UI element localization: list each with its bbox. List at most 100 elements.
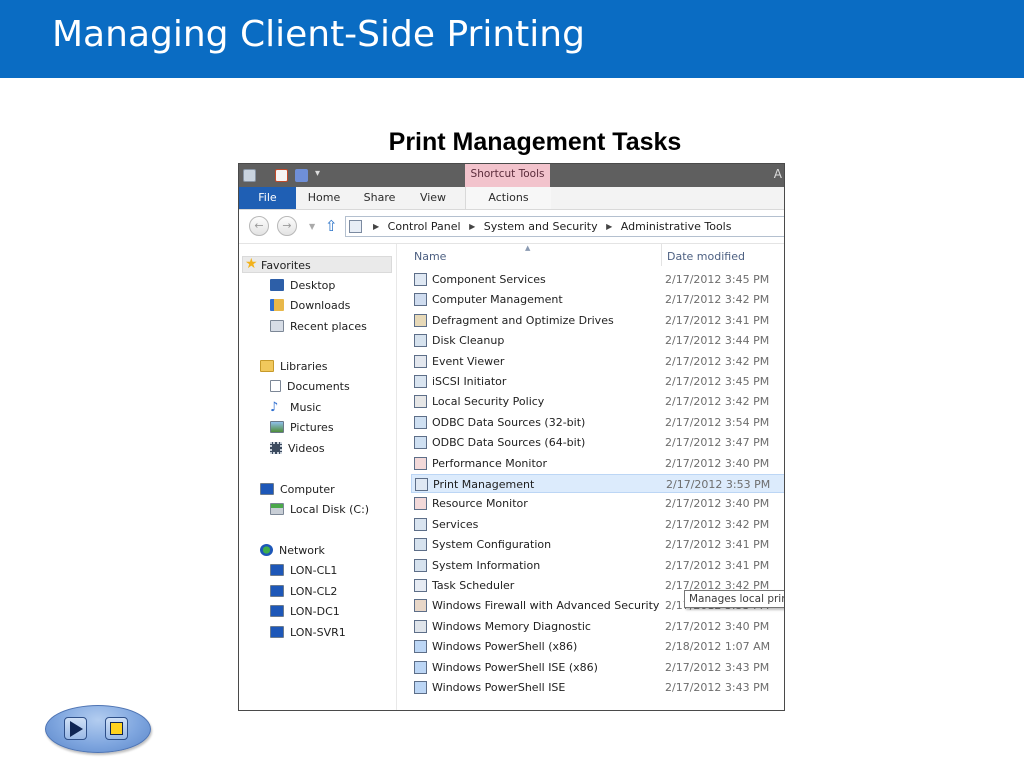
list-item[interactable]: System Configuration 2/17/2012 3:41 PM	[411, 535, 784, 554]
file-date-modified: 2/17/2012 3:53 PM	[666, 478, 771, 491]
libraries-icon	[260, 360, 274, 372]
control-panel-icon	[349, 220, 362, 233]
nav-computer[interactable]: Computer	[260, 481, 335, 498]
contextual-tab-shortcut-tools[interactable]: Shortcut Tools	[465, 164, 550, 187]
nav-computer-label: Computer	[280, 483, 335, 496]
shortcut-icon	[414, 660, 427, 674]
column-header-date-modified[interactable]: Date modified	[667, 250, 745, 263]
breadcrumb-arrow-icon[interactable]: ▶	[469, 222, 475, 231]
customize-toolbar-icon[interactable]: ▾	[315, 168, 320, 179]
nav-item-videos[interactable]: Videos	[270, 440, 325, 457]
breadcrumb-administrative-tools[interactable]: Administrative Tools	[621, 220, 732, 233]
address-row: ← → ▼ ⇧ ▶ Control Panel ▶ System and Sec…	[239, 210, 784, 244]
column-header-name[interactable]: Name	[414, 250, 446, 263]
list-item[interactable]: iSCSI Initiator 2/17/2012 3:45 PM	[411, 372, 784, 391]
list-item[interactable]: Windows PowerShell (x86) 2/18/2012 1:07 A…	[411, 637, 784, 656]
list-item[interactable]: System Information 2/17/2012 3:41 PM	[411, 556, 784, 575]
tab-actions[interactable]: Actions	[465, 187, 551, 209]
documents-icon	[270, 380, 281, 392]
nav-item-recent-places[interactable]: Recent places	[270, 318, 367, 335]
new-folder-icon[interactable]	[295, 169, 308, 182]
nav-item-documents[interactable]: Documents	[270, 378, 350, 395]
list-item[interactable]: ODBC Data Sources (64-bit) 2/17/2012 3:47…	[411, 433, 784, 452]
file-name: Defragment and Optimize Drives	[432, 313, 614, 327]
nav-item-downloads[interactable]: Downloads	[270, 297, 350, 314]
nav-item-label: LON-SVR1	[290, 626, 346, 639]
forward-button[interactable]: →	[277, 216, 297, 236]
properties-icon[interactable]	[275, 169, 288, 182]
file-date-modified: 2/17/2012 3:54 PM	[665, 415, 770, 429]
computer-icon	[270, 605, 284, 617]
nav-favorites[interactable]: ★ Favorites	[242, 256, 392, 273]
list-item[interactable]: Resource Monitor 2/17/2012 3:40 PM	[411, 494, 784, 513]
breadcrumb-arrow-icon[interactable]: ▶	[373, 222, 379, 231]
list-item[interactable]: Computer Management 2/17/2012 3:42 PM	[411, 290, 784, 309]
nav-favorites-label: Favorites	[261, 259, 311, 272]
explorer-screenshot: ▾ Shortcut Tools A File Home Share View …	[238, 163, 785, 711]
shortcut-icon	[414, 313, 427, 327]
list-item[interactable]: Services 2/17/2012 3:42 PM	[411, 515, 784, 534]
nav-item-desktop[interactable]: Desktop	[270, 277, 335, 294]
file-date-modified: 2/17/2012 3:41 PM	[665, 558, 770, 572]
slide-title: Managing Client-Side Printing	[52, 14, 585, 55]
nav-item-lon-cl2[interactable]: LON-CL2	[270, 583, 337, 600]
file-date-modified: 2/17/2012 3:47 PM	[665, 436, 770, 450]
list-item[interactable]: Performance Monitor 2/17/2012 3:40 PM	[411, 454, 784, 473]
window-title: A	[773, 167, 782, 181]
address-bar[interactable]: ▶ Control Panel ▶ System and Security ▶ …	[345, 216, 784, 237]
nav-network[interactable]: Network	[260, 542, 325, 559]
file-name: Task Scheduler	[432, 579, 515, 592]
nav-libraries-label: Libraries	[280, 360, 328, 373]
list-item[interactable]: Local Security Policy 2/17/2012 3:42 PM	[411, 392, 784, 411]
slide-header: Managing Client-Side Printing	[0, 0, 1024, 78]
list-item[interactable]: Windows PowerShell ISE (x86) 2/17/2012 3:…	[411, 658, 784, 677]
stop-button[interactable]	[105, 717, 128, 740]
breadcrumb-arrow-icon[interactable]: ▶	[606, 222, 612, 231]
file-date-modified: 2/17/2012 3:40 PM	[665, 497, 770, 511]
tab-view[interactable]: View	[413, 187, 453, 209]
breadcrumb-control-panel[interactable]: Control Panel	[388, 220, 461, 233]
shortcut-icon	[414, 354, 427, 368]
tab-share[interactable]: Share	[357, 187, 402, 209]
file-name: Windows Memory Diagnostic	[432, 619, 591, 633]
list-item[interactable]: Component Services 2/17/2012 3:45 PM	[411, 270, 784, 289]
list-item[interactable]: Defragment and Optimize Drives 2/17/2012 …	[411, 311, 784, 330]
nav-item-pictures[interactable]: Pictures	[270, 419, 334, 436]
shortcut-icon	[414, 517, 427, 531]
file-date-modified: 2/17/2012 3:45 PM	[665, 273, 770, 286]
nav-libraries[interactable]: Libraries	[260, 358, 328, 375]
recent-locations-dropdown-icon[interactable]: ▼	[309, 222, 315, 231]
shortcut-icon	[414, 640, 427, 654]
column-divider[interactable]	[661, 244, 662, 266]
shortcut-icon	[414, 456, 427, 470]
nav-item-lon-dc1[interactable]: LON-DC1	[270, 603, 340, 620]
list-item[interactable]: Windows Memory Diagnostic 2/17/2012 3:40 …	[411, 617, 784, 636]
file-name: System Information	[432, 558, 541, 572]
nav-item-lon-cl1[interactable]: LON-CL1	[270, 562, 337, 579]
back-button[interactable]: ←	[249, 216, 269, 236]
play-button[interactable]	[64, 717, 87, 740]
file-date-modified: 2/17/2012 3:40 PM	[665, 456, 770, 470]
shortcut-icon	[414, 497, 427, 511]
breadcrumb-system-security[interactable]: System and Security	[484, 220, 598, 233]
shortcut-icon	[414, 558, 427, 572]
star-icon: ★	[245, 256, 258, 272]
up-arrow-icon[interactable]: ⇧	[325, 217, 338, 235]
sort-ascending-icon: ▲	[525, 244, 531, 252]
nav-item-lon-svr1[interactable]: LON-SVR1	[270, 624, 346, 641]
nav-item-music[interactable]: ♪ Music	[270, 399, 321, 416]
slide-subtitle: Print Management Tasks	[388, 128, 682, 156]
tab-file[interactable]: File	[239, 187, 296, 209]
nav-item-local-disk[interactable]: Local Disk (C:)	[270, 501, 369, 518]
list-item[interactable]: Windows PowerShell ISE 2/17/2012 3:43 PM	[411, 678, 784, 697]
tab-home[interactable]: Home	[299, 187, 349, 209]
explorer-app-icon	[243, 169, 256, 182]
list-item[interactable]: Disk Cleanup 2/17/2012 3:44 PM	[411, 331, 784, 350]
file-name: Windows PowerShell (x86)	[432, 640, 578, 654]
list-item[interactable]: Event Viewer 2/17/2012 3:42 PM	[411, 352, 784, 371]
file-date-modified: 2/18/2012 1:07 AM	[665, 640, 771, 654]
file-name: Windows PowerShell ISE	[432, 681, 566, 694]
list-item[interactable]: ODBC Data Sources (32-bit) 2/17/2012 3:54…	[411, 413, 784, 432]
downloads-icon	[270, 299, 284, 311]
list-item[interactable]: Print Management 2/17/2012 3:53 PM	[411, 474, 784, 493]
